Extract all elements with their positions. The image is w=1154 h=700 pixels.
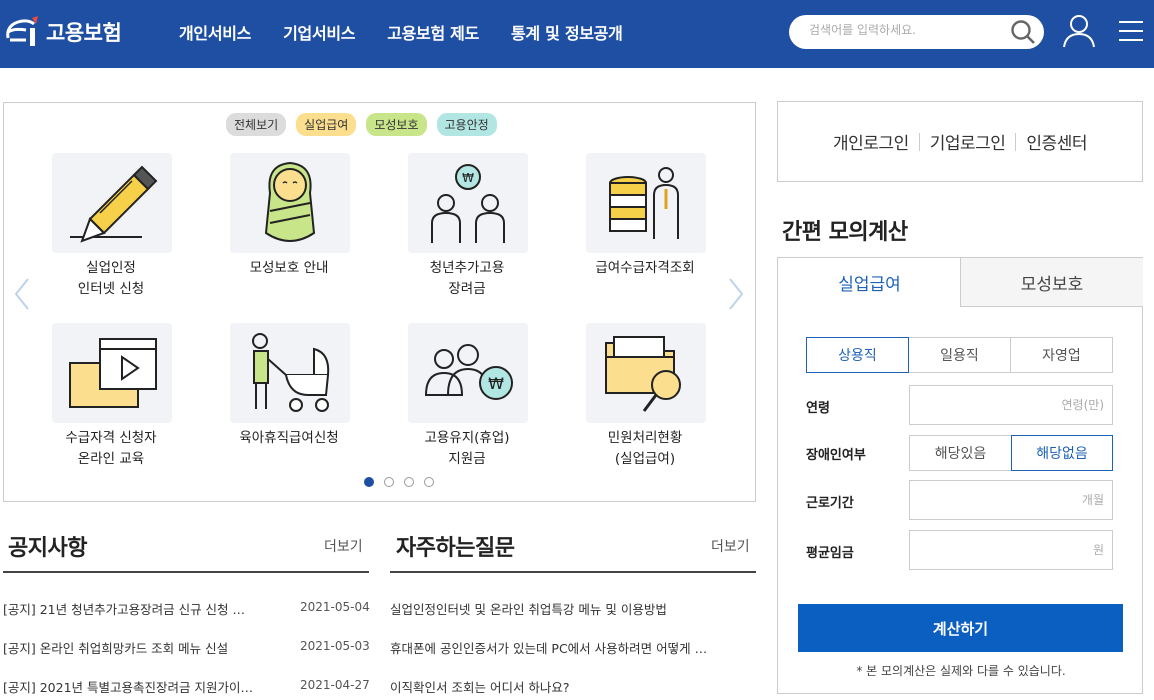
logo-icon [6, 16, 38, 46]
business-login-link[interactable]: 기업로그인 [920, 129, 1016, 154]
tile-parental-leave[interactable] [230, 323, 350, 423]
faq-divider [390, 571, 756, 573]
calculate-button[interactable]: 계산하기 [798, 604, 1123, 652]
tab-unemployment[interactable]: 실업급여 [778, 258, 961, 307]
disabled-yes-option[interactable]: 해당있음 [909, 435, 1012, 471]
tile-label-online-education: 수급자격 신청자 온라인 교육 [65, 430, 157, 467]
period-label: 근로기간 [806, 496, 854, 511]
chip-all[interactable]: 전체보기 [226, 113, 287, 136]
age-label: 연령 [806, 401, 830, 416]
top-header: 고용보험 개인서비스 기업서비스 고용보험 제도 통계 및 정보공개 [0, 0, 1154, 68]
nav-statistics[interactable]: 통계 및 정보공개 [511, 20, 623, 44]
search-icon[interactable] [1010, 19, 1036, 45]
search-box [789, 15, 1044, 49]
age-input[interactable] [909, 385, 1113, 425]
quick-menu-panel: 전체보기 실업급여 모성보호 고용안정 실업인정 인터넷 신청 모성보호 안내 ₩ [3, 102, 756, 502]
tile-benefit-eligibility[interactable] [586, 153, 706, 253]
calc-box: 실업급여 모성보호 상용직 일용직 자영업 연령 장애인여부 해당있음 해당없음… [777, 257, 1143, 694]
logo[interactable]: 고용보험 [4, 14, 122, 50]
tile-complaint-status[interactable] [586, 323, 706, 423]
notice-date: 2021-05-04 [300, 600, 370, 614]
faq-more-link[interactable]: 더보기 [711, 536, 750, 556]
calc-title: 간편 모의계산 [782, 220, 908, 245]
carousel-dot[interactable] [424, 477, 434, 487]
wage-label: 평균임금 [806, 546, 854, 561]
svg-text:₩: ₩ [462, 171, 474, 185]
youth-employment-icon: ₩ [431, 164, 505, 243]
chip-stability[interactable]: 고용안정 [436, 113, 497, 136]
logo-text: 고용보험 [46, 21, 122, 45]
pencil-icon [70, 165, 158, 243]
faq-item[interactable]: 휴대폰에 공인인증서가 있는데 PC에서 사용하려면 어떻게 … [390, 638, 756, 657]
main-nav: 개인서비스 기업서비스 고용보험 제도 통계 및 정보공개 [179, 20, 655, 44]
tile-employment-retention[interactable]: ₩ [408, 323, 528, 423]
notice-board: 공지사항 더보기 [8, 530, 369, 562]
tile-online-education[interactable] [52, 323, 172, 423]
user-icon[interactable] [1062, 13, 1096, 49]
job-type-daily[interactable]: 일용직 [908, 337, 1011, 373]
calc-note: * 본 모의계산은 실제와 다를 수 있습니다. [856, 664, 1066, 678]
login-box: 개인로그인 기업로그인 인증센터 [777, 101, 1143, 182]
chip-unemployment[interactable]: 실업급여 [296, 113, 357, 136]
disabled-label: 장애인여부 [806, 448, 866, 463]
tile-label-parental-leave: 육아휴직급여신청 [239, 430, 339, 446]
tile-label-employment-retention: 고용유지(휴업) 지원금 [424, 430, 510, 467]
tile-label-unemployment-claim: 실업인정 인터넷 신청 [77, 260, 145, 297]
notice-title: 공지사항 [8, 536, 87, 561]
notice-item[interactable]: [공지] 2021년 특별고용촉진장려금 지원가이… [3, 677, 283, 696]
notice-date: 2021-05-03 [300, 639, 370, 653]
tile-youth-employment[interactable]: ₩ [408, 153, 528, 253]
tile-label-youth-employment: 청년추가고용 장려금 [429, 260, 505, 297]
folder-search-icon [605, 336, 681, 412]
notice-item[interactable]: [공지] 온라인 취업희망카드 조회 메뉴 신설 [3, 638, 283, 657]
video-education-icon [69, 338, 157, 408]
tile-unemployment-claim[interactable] [52, 153, 172, 253]
baby-icon [264, 161, 316, 242]
nav-business[interactable]: 기업서비스 [283, 20, 355, 44]
notice-date: 2021-04-27 [300, 678, 370, 692]
prev-arrow-icon[interactable] [14, 275, 30, 321]
job-type-regular[interactable]: 상용직 [806, 337, 909, 373]
people-won-icon: ₩ [424, 344, 513, 400]
faq-item[interactable]: 이직확인서 조회는 어디서 하나요? [390, 677, 756, 696]
notice-item[interactable]: [공지] 21년 청년추가고용장려금 신규 신청 … [3, 599, 283, 618]
chip-maternity[interactable]: 모성보호 [366, 113, 427, 136]
search-input[interactable] [809, 23, 999, 37]
faq-title: 자주하는질문 [396, 536, 515, 561]
tile-label-complaint-status: 민원처리현황 (실업급여) [607, 430, 683, 467]
personal-login-link[interactable]: 개인로그인 [823, 129, 919, 154]
tab-maternity[interactable]: 모성보호 [960, 258, 1143, 307]
certificate-center-link[interactable]: 인증센터 [1016, 129, 1097, 154]
coins-person-icon [609, 167, 679, 239]
category-chips: 전체보기 실업급여 모성보호 고용안정 [226, 113, 507, 136]
carousel-dot[interactable] [404, 477, 414, 487]
menu-icon[interactable] [1118, 20, 1144, 42]
faq-item[interactable]: 실업인정인터넷 및 온라인 취업특강 메뉴 및 이용방법 [390, 599, 756, 618]
disabled-no-option[interactable]: 해당없음 [1011, 435, 1113, 471]
notice-more-link[interactable]: 더보기 [324, 536, 363, 556]
svg-text:₩: ₩ [488, 374, 504, 393]
carousel-pagination [364, 477, 444, 487]
nav-system[interactable]: 고용보험 제도 [387, 20, 479, 44]
stroller-icon [252, 333, 330, 412]
nav-personal[interactable]: 개인서비스 [179, 20, 251, 44]
tile-label-maternity-guide: 모성보호 안내 [249, 260, 329, 276]
wage-input[interactable] [909, 530, 1113, 570]
carousel-dot[interactable] [384, 477, 394, 487]
period-input[interactable] [909, 480, 1113, 520]
job-type-self-employed[interactable]: 자영업 [1010, 337, 1113, 373]
next-arrow-icon[interactable] [728, 275, 744, 321]
notice-divider [3, 571, 369, 573]
tile-maternity-guide[interactable] [230, 153, 350, 253]
faq-board: 자주하는질문 더보기 [396, 530, 756, 562]
carousel-dot[interactable] [364, 477, 374, 487]
tile-label-benefit-eligibility: 급여수급자격조회 [595, 260, 695, 276]
